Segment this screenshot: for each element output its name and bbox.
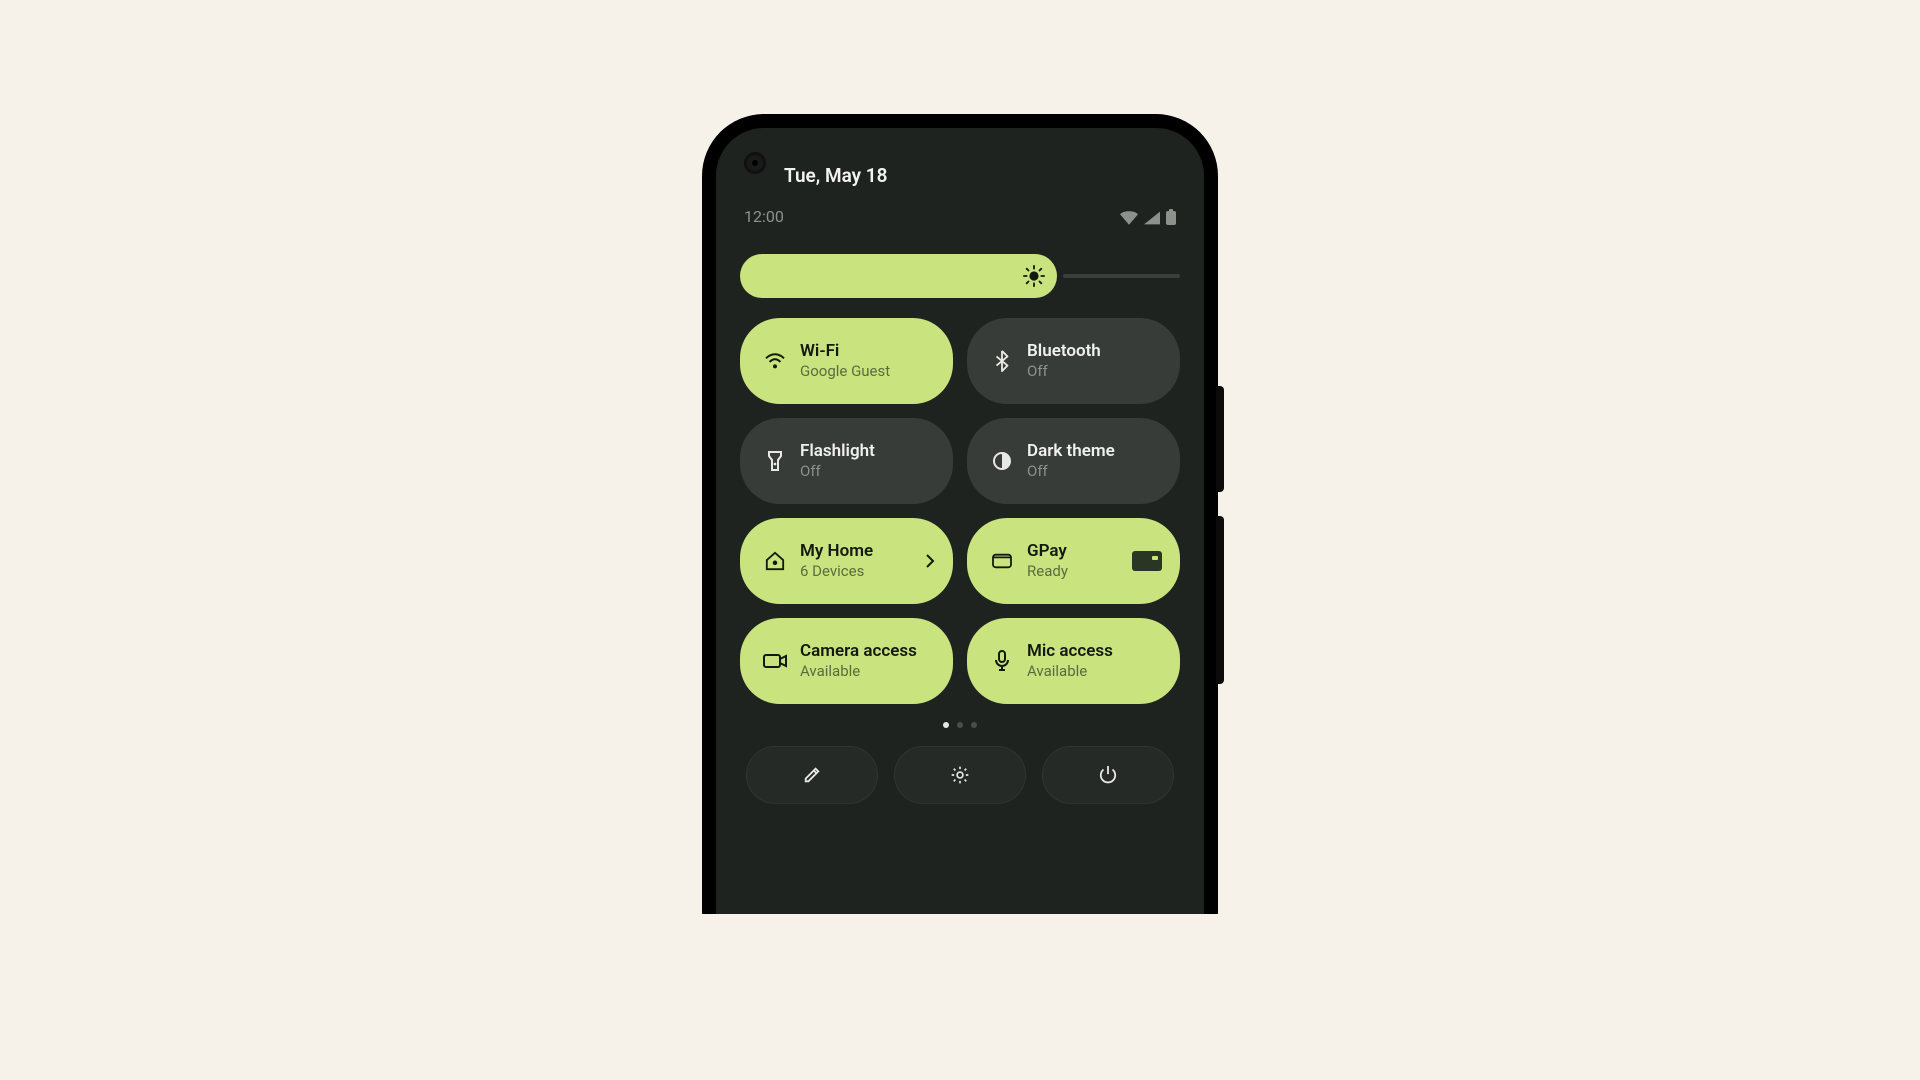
brightness-fill [740, 254, 1057, 298]
tile-label: Mic access [1027, 641, 1113, 662]
edit-button[interactable] [746, 746, 878, 804]
tile-sub: Off [800, 462, 875, 481]
tile-label: Wi-Fi [800, 341, 890, 362]
tile-sub: Off [1027, 462, 1115, 481]
phone-screen: Tue, May 18 12:00 [716, 128, 1204, 914]
tile-label: My Home [800, 541, 873, 562]
page-dot-2 [957, 722, 963, 728]
clock-label: 12:00 [744, 207, 784, 226]
power-button-physical [1216, 516, 1224, 684]
tile-my-home[interactable]: My Home 6 Devices [740, 518, 953, 604]
tile-sub: Ready [1027, 562, 1068, 581]
power-icon [1099, 765, 1117, 785]
tile-sub: Google Guest [800, 362, 890, 381]
brightness-slider[interactable] [740, 254, 1180, 298]
tile-camera-access[interactable]: Camera access Available [740, 618, 953, 704]
status-bar: 12:00 [740, 207, 1180, 226]
pencil-icon [803, 766, 821, 784]
flashlight-icon [758, 450, 792, 472]
tile-dark-theme[interactable]: Dark theme Off [967, 418, 1180, 504]
home-icon [758, 551, 792, 571]
tile-gpay[interactable]: GPay Ready [967, 518, 1180, 604]
battery-icon [1166, 209, 1176, 225]
tile-label: Bluetooth [1027, 341, 1101, 362]
tile-flashlight[interactable]: Flashlight Off [740, 418, 953, 504]
gear-icon [950, 765, 970, 785]
page-dot-1 [943, 722, 949, 728]
tile-bluetooth[interactable]: Bluetooth Off [967, 318, 1180, 404]
tile-mic-access[interactable]: Mic access Available [967, 618, 1180, 704]
page-dot-3 [971, 722, 977, 728]
tile-label: Camera access [800, 641, 917, 662]
power-menu-button[interactable] [1042, 746, 1174, 804]
tile-sub: 6 Devices [800, 562, 873, 581]
brightness-icon [1023, 265, 1045, 287]
tile-label: Dark theme [1027, 441, 1115, 462]
stage: Tue, May 18 12:00 [232, 0, 1688, 816]
tile-wifi[interactable]: Wi-Fi Google Guest [740, 318, 953, 404]
bluetooth-icon [985, 350, 1019, 372]
front-camera [744, 152, 766, 174]
footer-actions [740, 746, 1180, 804]
tile-sub: Available [800, 662, 917, 681]
camera-icon [758, 652, 792, 670]
settings-button[interactable] [894, 746, 1026, 804]
phone-frame: Tue, May 18 12:00 [702, 114, 1218, 914]
wallet-icon [985, 552, 1019, 570]
wifi-icon [758, 352, 792, 370]
tile-sub: Off [1027, 362, 1101, 381]
brightness-track [1063, 274, 1180, 278]
status-icons [1120, 209, 1176, 225]
volume-button [1216, 386, 1224, 492]
card-icon [1132, 551, 1162, 571]
tile-label: Flashlight [800, 441, 875, 462]
dark-theme-icon [985, 451, 1019, 471]
date-label: Tue, May 18 [784, 164, 1180, 187]
chevron-right-icon [925, 553, 935, 569]
tile-label: GPay [1027, 541, 1068, 562]
page-indicator [740, 722, 1180, 728]
mic-icon [985, 650, 1019, 672]
quick-settings-grid: Wi-Fi Google Guest Bluetooth Off [740, 318, 1180, 704]
cell-signal-icon [1144, 211, 1160, 225]
wifi-status-icon [1120, 211, 1138, 225]
tile-sub: Available [1027, 662, 1113, 681]
